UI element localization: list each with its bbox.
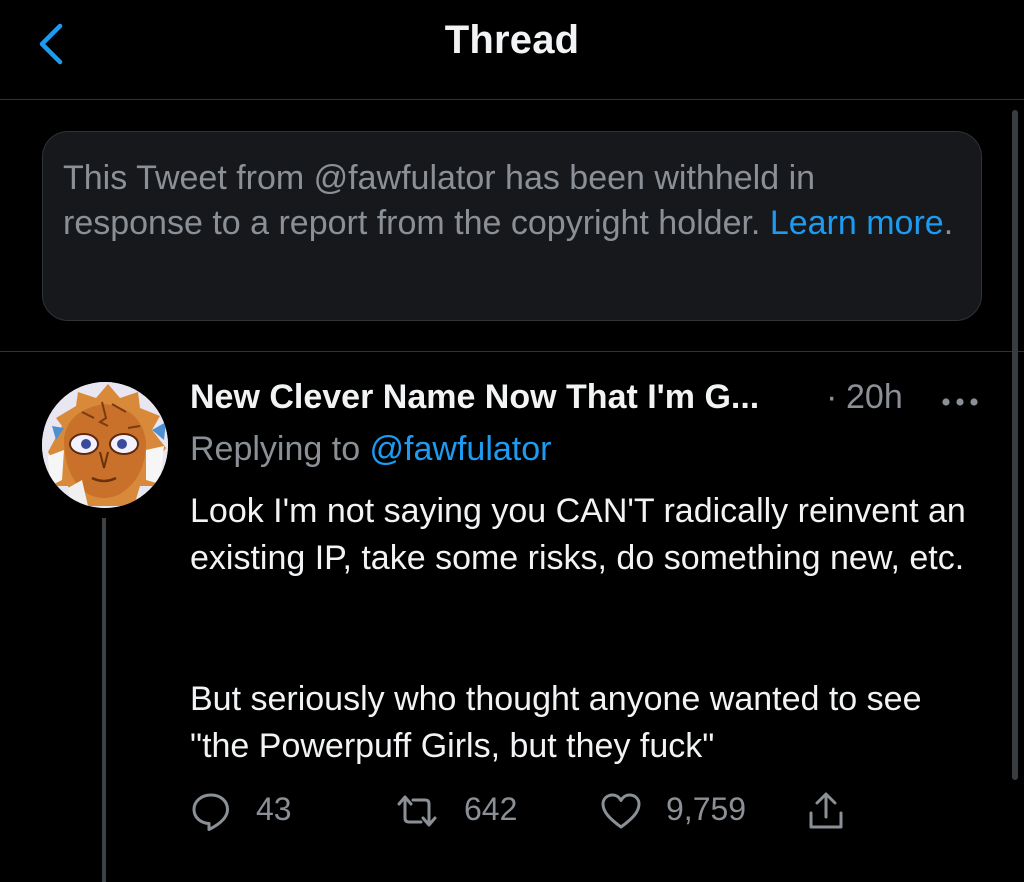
tweet-text-paragraph-1: Look I'm not saying you CAN'T radically … bbox=[190, 492, 966, 577]
notice-divider bbox=[0, 351, 1024, 352]
reply-count: 43 bbox=[256, 791, 292, 827]
share-button[interactable] bbox=[805, 786, 855, 836]
learn-more-link[interactable]: Learn more bbox=[770, 204, 944, 242]
thread-connector-line bbox=[102, 518, 106, 882]
retweet-icon bbox=[397, 795, 437, 827]
avatar[interactable] bbox=[42, 382, 168, 508]
share-icon bbox=[809, 792, 843, 829]
withheld-notice-text: This Tweet from @fawfulator has been wit… bbox=[63, 159, 816, 242]
tweet-text-paragraph-2: But seriously who thought anyone wanted … bbox=[190, 680, 922, 765]
page-title: Thread bbox=[444, 18, 580, 62]
author-display-name[interactable]: New Clever Name Now That I'm G... bbox=[190, 378, 759, 417]
avatar-image bbox=[42, 382, 168, 508]
heart-icon bbox=[601, 793, 641, 829]
reply-icon bbox=[192, 793, 229, 831]
more-horizontal-icon bbox=[942, 398, 978, 406]
retweet-count: 642 bbox=[464, 791, 518, 827]
header-bar: Thread bbox=[0, 0, 1024, 100]
tweet-header: New Clever Name Now That I'm G... · 20h bbox=[190, 378, 980, 424]
replying-to-label: Replying to bbox=[190, 430, 370, 468]
retweet-button[interactable]: 642 bbox=[394, 786, 544, 836]
scrollbar[interactable] bbox=[1012, 110, 1018, 780]
tweet-timestamp[interactable]: 20h bbox=[846, 378, 903, 417]
replying-to-handle[interactable]: @fawfulator bbox=[370, 430, 552, 468]
time-separator: · bbox=[826, 378, 838, 416]
notice-period: . bbox=[943, 204, 954, 242]
more-options-button[interactable] bbox=[938, 382, 982, 418]
like-count: 9,759 bbox=[666, 791, 747, 827]
replying-to-line: Replying to @fawfulator bbox=[190, 430, 551, 469]
header-divider bbox=[0, 99, 1024, 100]
reply-button[interactable]: 43 bbox=[190, 786, 320, 836]
withheld-notice: This Tweet from @fawfulator has been wit… bbox=[42, 131, 982, 321]
like-button[interactable]: 9,759 bbox=[600, 786, 770, 836]
thread-screen: Thread This Tweet from @fawfulator has b… bbox=[0, 0, 1024, 882]
